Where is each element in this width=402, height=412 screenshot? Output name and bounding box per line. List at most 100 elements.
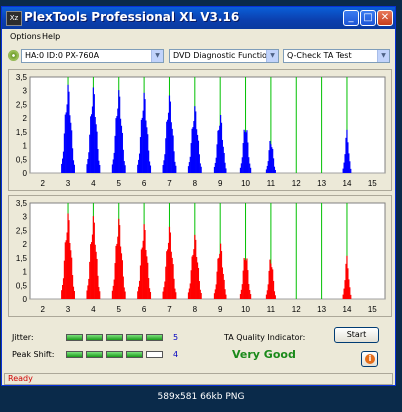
chart-bar bbox=[99, 165, 101, 173]
chevron-down-icon[interactable]: ▼ bbox=[377, 50, 389, 62]
peak-shift-label: Peak Shift: bbox=[12, 350, 55, 359]
ta-quality-label: TA Quality Indicator: bbox=[224, 333, 306, 342]
title-bar[interactable]: Xz PlexTools Professional XL V3.16 _ □ ✕ bbox=[2, 7, 395, 29]
x-tick-label: 6 bbox=[142, 179, 147, 188]
peak-shift-value: 4 bbox=[173, 350, 179, 359]
top-chart-panel: 0 0,5 1 1,5 2 2,5 3 3,5 2 3 4 5 6 7 8 9 10 11 12 13 14 15 bbox=[8, 69, 392, 191]
x-tick-label: 14 bbox=[343, 179, 352, 188]
chart-bar bbox=[124, 165, 126, 173]
x-tick-label: 12 bbox=[292, 179, 301, 188]
drive-select-value: HA:0 ID:0 PX-760A bbox=[25, 51, 100, 60]
y-tick-label: 0 bbox=[23, 169, 28, 178]
x-tick-label: 7 bbox=[167, 179, 172, 188]
chevron-down-icon[interactable]: ▼ bbox=[151, 50, 163, 62]
y-tick-label: 3,5 bbox=[16, 73, 28, 82]
y-tick-label: 0,5 bbox=[16, 155, 28, 164]
status-bar: Ready bbox=[4, 373, 393, 385]
test-select-value: Q-Check TA Test bbox=[287, 51, 352, 60]
chart-bar bbox=[200, 293, 202, 299]
x-tick-label: 2 bbox=[40, 305, 45, 314]
meter-segment bbox=[86, 334, 103, 341]
meter-segment bbox=[106, 351, 123, 358]
menu-options[interactable]: Options bbox=[10, 32, 41, 41]
status-text: Ready bbox=[8, 374, 33, 383]
ta-quality-value: Very Good bbox=[232, 348, 296, 361]
x-tick-label: 8 bbox=[193, 179, 198, 188]
x-tick-label: 14 bbox=[343, 305, 352, 314]
results-area: Jitter: 5 Peak Shift: 4 TA Quality Indic… bbox=[8, 319, 392, 369]
chart-bar bbox=[124, 291, 126, 299]
x-tick-label: 5 bbox=[117, 179, 122, 188]
meter-segment bbox=[126, 334, 143, 341]
y-tick-label: 1 bbox=[23, 268, 28, 277]
y-tick-label: 2,5 bbox=[16, 100, 28, 109]
menu-help[interactable]: Help bbox=[42, 32, 60, 41]
x-tick-label: 6 bbox=[142, 305, 147, 314]
x-tick-label: 3 bbox=[66, 179, 71, 188]
bottom-chart: 0 0,5 1 1,5 2 2,5 3 3,5 2 3 4 5 6 7 8 9 10 11 12 13 14 15 bbox=[16, 199, 386, 314]
plot-area bbox=[29, 202, 386, 300]
jitter-meter bbox=[66, 334, 171, 342]
x-tick-label: 15 bbox=[368, 305, 377, 314]
function-select[interactable]: DVD Diagnostic Functions ▼ bbox=[169, 49, 279, 63]
chart-bar bbox=[250, 167, 252, 173]
meter-segment bbox=[66, 334, 83, 341]
y-tick-label: 3 bbox=[23, 213, 28, 222]
y-tick-label: 0 bbox=[23, 295, 28, 304]
start-button[interactable]: Start bbox=[334, 327, 379, 343]
y-tick-label: 1,5 bbox=[16, 254, 28, 263]
chart-bar bbox=[250, 294, 252, 299]
maximize-button[interactable]: □ bbox=[360, 10, 376, 26]
chart-bar bbox=[149, 292, 152, 299]
x-tick-label: 8 bbox=[193, 305, 198, 314]
x-tick-label: 12 bbox=[292, 305, 301, 314]
x-tick-label: 3 bbox=[66, 305, 71, 314]
peak-shift-meter bbox=[66, 351, 171, 359]
jitter-label: Jitter: bbox=[12, 333, 34, 342]
close-button[interactable]: ✕ bbox=[377, 10, 393, 26]
x-tick-label: 7 bbox=[167, 305, 172, 314]
meter-segment bbox=[66, 351, 83, 358]
y-tick-label: 2,5 bbox=[16, 226, 28, 235]
y-tick-label: 3,5 bbox=[16, 199, 28, 208]
x-tick-label: 10 bbox=[241, 179, 250, 188]
plot-area bbox=[29, 76, 386, 174]
y-tick-label: 1 bbox=[23, 142, 28, 151]
x-tick-label: 11 bbox=[267, 179, 276, 188]
x-tick-label: 15 bbox=[368, 179, 377, 188]
minimize-button[interactable]: _ bbox=[343, 10, 359, 26]
chart-bar bbox=[73, 291, 75, 299]
meter-segment bbox=[146, 334, 163, 341]
meter-segment bbox=[86, 351, 103, 358]
chart-bar bbox=[225, 168, 227, 173]
test-select[interactable]: Q-Check TA Test ▼ bbox=[283, 49, 390, 63]
drive-select[interactable]: HA:0 ID:0 PX-760A ▼ bbox=[21, 49, 164, 63]
chart-bar bbox=[73, 164, 75, 173]
chevron-down-icon[interactable]: ▼ bbox=[266, 50, 278, 62]
y-tick-label: 2 bbox=[23, 114, 28, 123]
x-tick-label: 4 bbox=[91, 305, 96, 314]
jitter-value: 5 bbox=[173, 333, 179, 342]
y-tick-label: 2 bbox=[23, 240, 28, 249]
chart-bar bbox=[274, 169, 276, 173]
chart-bar bbox=[175, 165, 177, 173]
disc-icon bbox=[8, 50, 19, 61]
chart-bar bbox=[350, 168, 352, 173]
x-tick-label: 13 bbox=[317, 179, 326, 188]
main-window: Xz PlexTools Professional XL V3.16 _ □ ✕… bbox=[1, 6, 396, 386]
top-chart: 0 0,5 1 1,5 2 2,5 3 3,5 2 3 4 5 6 7 8 9 10 11 12 13 14 15 bbox=[16, 73, 386, 188]
y-tick-label: 1,5 bbox=[16, 128, 28, 137]
y-tick-label: 3 bbox=[23, 87, 28, 96]
function-select-value: DVD Diagnostic Functions bbox=[173, 51, 277, 60]
menu-bar: Options Help bbox=[2, 29, 395, 45]
x-tick-label: 9 bbox=[218, 305, 223, 314]
chart-bar bbox=[350, 294, 352, 299]
toolbar: HA:0 ID:0 PX-760A ▼ DVD Diagnostic Funct… bbox=[2, 47, 395, 65]
x-tick-label: 4 bbox=[91, 179, 96, 188]
x-tick-label: 5 bbox=[117, 305, 122, 314]
info-button[interactable]: i bbox=[361, 351, 378, 367]
chart-bar bbox=[274, 295, 276, 299]
bottom-chart-panel: 0 0,5 1 1,5 2 2,5 3 3,5 2 3 4 5 6 7 8 9 10 11 12 13 14 15 bbox=[8, 195, 392, 317]
chart-bar bbox=[225, 294, 227, 299]
chart-bar bbox=[175, 292, 177, 299]
